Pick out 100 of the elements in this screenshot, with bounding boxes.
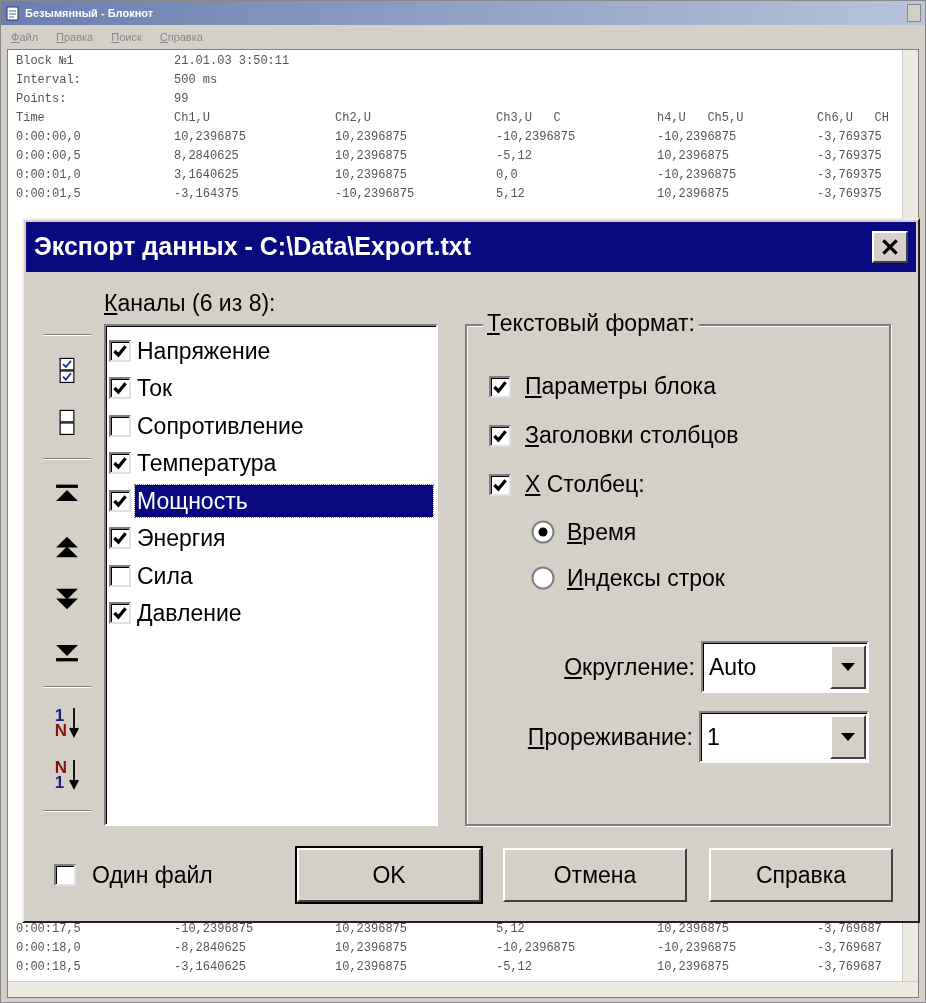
text-line-cell-text: 10,2396875 xyxy=(657,186,730,203)
text-line-cell-text: Ch1,U xyxy=(174,110,211,127)
text-line-cell-text: -3,769687 xyxy=(817,940,883,957)
channel-list[interactable]: Напряжение Ток Сопротивление Температура Мощность Энергия Сила Давление xyxy=(104,324,438,826)
text-line-cell-text: 21.01.03 3:50:11 xyxy=(174,53,291,70)
text-line-cell-text: 10,2396875 xyxy=(335,921,408,938)
single-file-label[interactable]: Один файл xyxy=(92,857,213,893)
checkbox[interactable] xyxy=(109,602,131,625)
checkbox[interactable] xyxy=(109,377,131,400)
sort-label: 1 xyxy=(54,775,66,790)
dialog-title: Экспорт данных - C:\Data\Export.txt xyxy=(34,231,471,263)
radio-label[interactable]: Время xyxy=(567,514,637,550)
checkbox[interactable] xyxy=(109,527,131,550)
select-label: Округление: xyxy=(564,652,695,682)
text-line-cell-text: 0:00:00,5 xyxy=(16,148,82,165)
down-arrow-icon xyxy=(55,587,79,611)
text-line-cell-text: 8,2840625 xyxy=(174,148,240,165)
dialog-button[interactable]: OK xyxy=(297,848,481,902)
text-line-cell-text: -3,769375 xyxy=(817,186,883,203)
text-line-cell-text: 0:00:17,5 xyxy=(16,921,82,938)
dropdown-arrow-icon xyxy=(841,733,855,741)
option-label[interactable]: Заголовки столбцов xyxy=(525,418,739,453)
up-arrow-icon xyxy=(55,535,79,559)
dropdown-field[interactable]: Auto xyxy=(701,641,869,693)
text-line-cell-text: -3,769687 xyxy=(817,959,883,976)
option-label[interactable]: Параметры блока xyxy=(525,369,716,404)
checkbox[interactable] xyxy=(109,452,131,475)
text-line-cell-text: 10,2396875 xyxy=(335,959,408,976)
text-line-cell-text: 10,2396875 xyxy=(657,148,730,165)
checkbox[interactable] xyxy=(489,424,511,447)
text-line-cell-text: 10,2396875 xyxy=(657,921,730,938)
text-line-cell-text: 0:00:18,5 xyxy=(16,959,82,976)
checkbox[interactable] xyxy=(109,489,131,512)
channel-item[interactable]: Сила xyxy=(135,559,195,592)
checkbox[interactable] xyxy=(109,564,131,587)
channel-item[interactable]: Сопротивление xyxy=(135,409,306,442)
text-line-cell-text: 0:00:18,0 xyxy=(16,940,82,957)
text-line-cell-text: -3,769375 xyxy=(817,129,883,146)
window-title: Безымянный - Блокнот xyxy=(25,5,154,21)
text-line-cell-text: -10,2396875 xyxy=(496,129,577,146)
notepad-icon xyxy=(5,5,21,21)
text-line-cell-text: 10,2396875 xyxy=(335,167,408,184)
text-line-cell-text: -3,769687 xyxy=(817,921,883,938)
text-line-cell-text: -10,2396875 xyxy=(174,921,255,938)
text-line-cell-text: Interval: xyxy=(16,72,82,89)
text-line-cell-text: 10,2396875 xyxy=(657,959,730,976)
channels-label: Каналы (6 из 8): xyxy=(104,289,277,318)
text-line-cell-text: Time xyxy=(16,110,46,127)
text-line-cell-text: -10,2396875 xyxy=(657,167,738,184)
text-line-cell-text: Points: xyxy=(16,91,68,108)
sort-label: N xyxy=(54,723,68,738)
radio-label[interactable]: Индексы строк xyxy=(567,560,725,596)
sort-label: 1 xyxy=(54,708,65,723)
text-line-cell-text: -10,2396875 xyxy=(657,940,738,957)
channel-item[interactable]: Ток xyxy=(135,372,175,405)
text-line-cell-text: 5,12 xyxy=(496,921,526,938)
checkbox[interactable] xyxy=(489,473,511,496)
text-line-cell-text: 99 xyxy=(174,91,190,108)
dropdown-arrow-icon xyxy=(841,663,855,671)
channel-item[interactable]: Энергия xyxy=(135,522,228,555)
text-line-cell-text: 5,12 xyxy=(496,186,526,203)
text-line-cell-text: 10,2396875 xyxy=(335,129,408,146)
close-icon xyxy=(882,239,898,255)
dialog-button[interactable]: Отмена xyxy=(503,848,687,902)
radio-button[interactable] xyxy=(531,566,555,590)
channel-item[interactable]: Температура xyxy=(135,447,279,480)
down-arrow-icon xyxy=(69,760,80,790)
text-line-cell-text: 0,0 xyxy=(496,167,519,184)
text-line-cell-text: -10,2396875 xyxy=(335,186,416,203)
text-line-cell-text: 500 ms xyxy=(174,72,219,89)
radio-button[interactable] xyxy=(531,520,555,544)
dialog-button[interactable]: Справка xyxy=(709,848,893,902)
checkbox[interactable] xyxy=(109,414,131,437)
horizontal-scrollbar[interactable] xyxy=(8,981,918,997)
sort-label: N xyxy=(54,760,68,775)
text-line-cell-text: 10,2396875 xyxy=(335,940,408,957)
sort-descending-button[interactable]: N 1 xyxy=(43,752,91,798)
channel-item[interactable]: Давление xyxy=(135,597,244,630)
text-line-cell-text: 3,1640625 xyxy=(174,167,240,184)
text-line-cell-text: -3,164375 xyxy=(174,186,240,203)
checkbox[interactable] xyxy=(54,864,76,886)
text-line-cell-text: Ch6,U CH xyxy=(817,110,890,127)
text-line-cell-text: 10,2396875 xyxy=(335,148,408,165)
text-line-cell-text: -10,2396875 xyxy=(657,129,738,146)
text-line-cell-text: -10,2396875 xyxy=(496,940,577,957)
text-line-cell-text: -5,12 xyxy=(496,148,533,165)
option-label[interactable]: X Столбец: xyxy=(525,467,645,502)
channel-item[interactable]: Мощность xyxy=(135,484,433,517)
select-label: Прореживание: xyxy=(527,722,693,752)
text-line-cell-text: 10,2396875 xyxy=(174,129,247,146)
text-line-cell-text: 0:00:00,0 xyxy=(16,129,82,146)
checkbox[interactable] xyxy=(109,339,131,362)
text-line-cell-text: Ch2,U xyxy=(335,110,372,127)
text-line-cell-text: Block №1 xyxy=(16,53,75,70)
checkbox[interactable] xyxy=(489,375,511,398)
text-line-cell-text: -8,2840625 xyxy=(174,940,247,957)
dropdown-field[interactable]: 1 xyxy=(699,711,869,763)
text-line-cell-text: h4,U Ch5,U xyxy=(657,110,745,127)
sort-ascending-button[interactable]: 1 N xyxy=(43,700,91,746)
channel-item[interactable]: Напряжение xyxy=(135,334,273,367)
